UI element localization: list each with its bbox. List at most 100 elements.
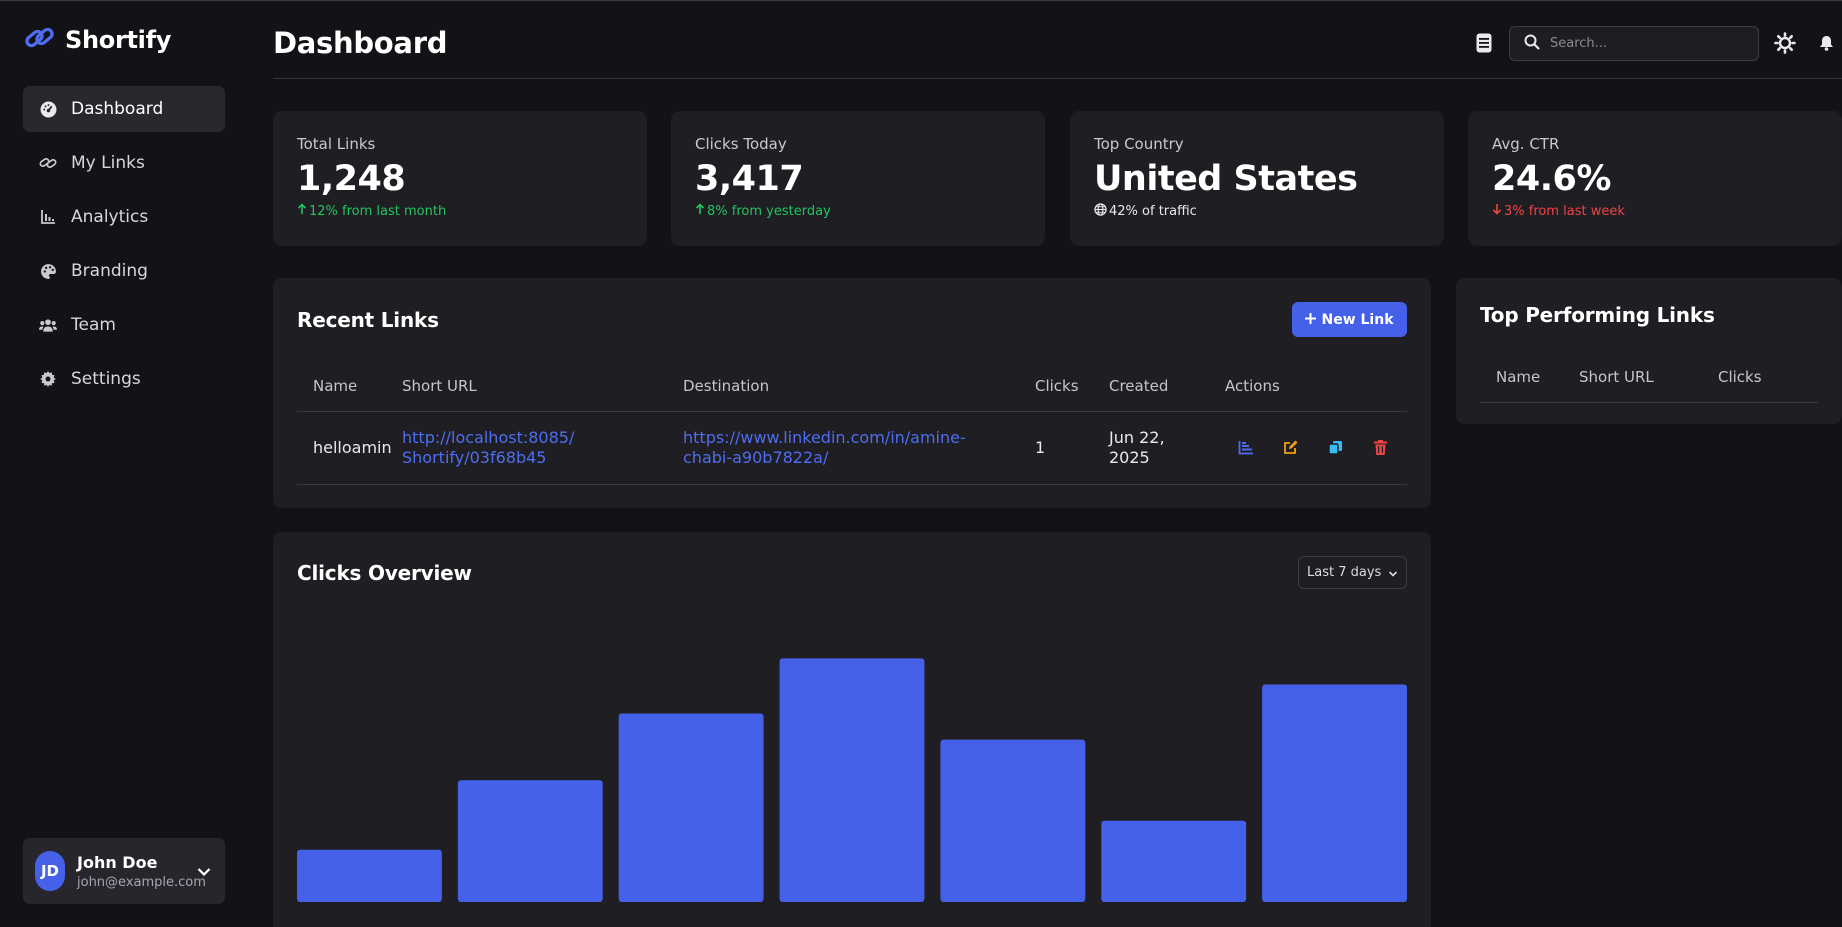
chart-icon bbox=[39, 208, 57, 226]
delete-action-icon[interactable] bbox=[1360, 432, 1400, 462]
stat-change-text: 42% of traffic bbox=[1109, 204, 1197, 219]
col-short-url: Short URL bbox=[402, 376, 477, 395]
chevron-down-icon bbox=[1388, 567, 1398, 582]
col-destination: Destination bbox=[683, 376, 770, 395]
app-name: Shortify bbox=[65, 26, 172, 54]
stat-card-clicks-today: Clicks Today 3,417 8% from yesterday bbox=[671, 111, 1045, 246]
new-link-label: New Link bbox=[1321, 311, 1394, 328]
clicks-cell: 1 bbox=[1035, 438, 1046, 457]
short-url-line: Shortify/03f68b45 bbox=[402, 447, 547, 467]
stat-change: 8% from yesterday bbox=[695, 203, 1021, 219]
plus-icon bbox=[1305, 312, 1317, 328]
chart-bar-5 bbox=[940, 739, 1086, 902]
date-range-select[interactable]: Last 7 days bbox=[1298, 556, 1407, 589]
top-links-panel: Top Performing Links Name Short URL Clic… bbox=[1456, 278, 1842, 424]
user-email: john@example.com bbox=[77, 874, 206, 890]
stat-value: 3,417 bbox=[695, 159, 804, 199]
theme-toggle-sun-icon[interactable] bbox=[1774, 32, 1796, 54]
recent-links-panel: Recent Links New Link Name Short URL Des… bbox=[273, 278, 1431, 508]
clicks-overview-title: Clicks Overview bbox=[297, 561, 472, 585]
table-row: helloamin http://localhost:8085/ Shortif… bbox=[297, 411, 1407, 484]
database-icon[interactable] bbox=[1473, 32, 1495, 54]
globe-icon bbox=[1094, 203, 1107, 220]
link-logo-icon bbox=[23, 23, 57, 57]
chart-bar-1 bbox=[297, 849, 442, 902]
col-created: Created bbox=[1109, 376, 1169, 395]
stat-change: 42% of traffic bbox=[1094, 203, 1420, 220]
col-clicks: Clicks bbox=[1035, 376, 1079, 395]
chart-bar-2 bbox=[457, 780, 603, 902]
arrow-up-icon bbox=[297, 203, 307, 219]
actions-cell bbox=[1225, 411, 1407, 484]
stat-value: 24.6% bbox=[1492, 159, 1611, 199]
sidebar-item-dashboard[interactable]: Dashboard bbox=[23, 86, 225, 132]
sidebar-item-team[interactable]: Team bbox=[23, 302, 225, 348]
link-icon bbox=[39, 154, 57, 172]
palette-icon bbox=[39, 262, 57, 280]
col-name: Name bbox=[1496, 367, 1541, 386]
recent-links-table: Name Short URL Destination Clicks Create… bbox=[297, 361, 1407, 485]
copy-action-icon[interactable] bbox=[1315, 432, 1355, 462]
sidebar-item-label: Dashboard bbox=[71, 99, 164, 119]
avatar: JD bbox=[35, 851, 65, 891]
user-info: John Doe john@example.com bbox=[77, 853, 206, 890]
stat-card-avg-ctr: Avg. CTR 24.6% 3% from last week bbox=[1468, 111, 1842, 246]
short-url-link[interactable]: http://localhost:8085/ Shortify/03f68b45 bbox=[402, 428, 683, 468]
link-name: helloamin bbox=[313, 438, 392, 457]
sidebar-item-label: Branding bbox=[71, 261, 148, 281]
chart-bar-6 bbox=[1101, 820, 1247, 902]
search-box bbox=[1509, 26, 1759, 61]
table-header-row: Name Short URL Clicks bbox=[1480, 352, 1818, 402]
sidebar-item-analytics[interactable]: Analytics bbox=[23, 194, 225, 240]
short-url-cell: http://localhost:8085/ Shortify/03f68b45 bbox=[402, 411, 683, 484]
short-url-line: http://localhost:8085/ bbox=[402, 427, 575, 447]
users-icon bbox=[39, 316, 57, 334]
header-divider bbox=[273, 78, 1842, 79]
chart-bar-4 bbox=[779, 658, 925, 902]
app-logo[interactable]: Shortify bbox=[23, 23, 171, 57]
top-links-table: Name Short URL Clicks bbox=[1480, 352, 1818, 403]
stat-change: 3% from last week bbox=[1492, 203, 1818, 219]
destination-link[interactable]: https://www.linkedin.com/in/amine- chabi… bbox=[683, 428, 1035, 468]
table-header-row: Name Short URL Destination Clicks Create… bbox=[297, 361, 1407, 411]
stat-value: United States bbox=[1094, 159, 1358, 199]
arrow-up-icon bbox=[695, 203, 705, 219]
stat-change-text: 8% from yesterday bbox=[707, 203, 831, 219]
recent-links-title: Recent Links bbox=[297, 308, 439, 332]
clicks-overview-panel: Clicks Overview Last 7 days bbox=[273, 532, 1431, 927]
new-link-button[interactable]: New Link bbox=[1292, 302, 1407, 337]
sidebar-item-settings[interactable]: Settings bbox=[23, 356, 225, 402]
sidebar-item-label: My Links bbox=[71, 153, 145, 173]
sidebar-item-branding[interactable]: Branding bbox=[23, 248, 225, 294]
sidebar-item-my-links[interactable]: My Links bbox=[23, 140, 225, 186]
user-name: John Doe bbox=[77, 852, 158, 872]
stat-label: Avg. CTR bbox=[1492, 135, 1560, 153]
search-icon bbox=[1524, 34, 1540, 54]
sidebar-nav: Dashboard My Links Analytics Branding Te… bbox=[23, 86, 225, 410]
clicks-bar-chart bbox=[297, 658, 1407, 902]
sidebar-item-label: Analytics bbox=[71, 207, 149, 227]
destination-line: chabi-a90b7822a/ bbox=[683, 447, 829, 467]
stat-change-text: 12% from last month bbox=[309, 203, 447, 219]
user-menu[interactable]: JD John Doe john@example.com bbox=[23, 838, 225, 904]
col-clicks: Clicks bbox=[1718, 367, 1762, 386]
analytics-action-icon[interactable] bbox=[1225, 433, 1265, 463]
bell-icon[interactable] bbox=[1815, 32, 1837, 54]
edit-action-icon[interactable] bbox=[1270, 432, 1310, 462]
sidebar: Shortify Dashboard My Links Analytics Br… bbox=[0, 1, 250, 927]
destination-line: https://www.linkedin.com/in/amine- bbox=[683, 427, 966, 447]
chart-bar-7 bbox=[1262, 684, 1407, 902]
created-line: Jun 22, bbox=[1109, 427, 1165, 447]
sidebar-item-label: Settings bbox=[71, 369, 141, 389]
stat-value: 1,248 bbox=[297, 159, 406, 199]
stat-label: Top Country bbox=[1094, 135, 1184, 153]
chevron-down-icon bbox=[197, 862, 211, 881]
stat-label: Total Links bbox=[297, 135, 376, 153]
sidebar-item-label: Team bbox=[71, 315, 116, 335]
col-short-url: Short URL bbox=[1579, 367, 1654, 386]
search-input[interactable] bbox=[1550, 36, 1750, 51]
gear-icon bbox=[39, 370, 57, 388]
col-actions: Actions bbox=[1225, 376, 1280, 395]
col-name: Name bbox=[313, 376, 358, 395]
gauge-icon bbox=[39, 100, 57, 118]
